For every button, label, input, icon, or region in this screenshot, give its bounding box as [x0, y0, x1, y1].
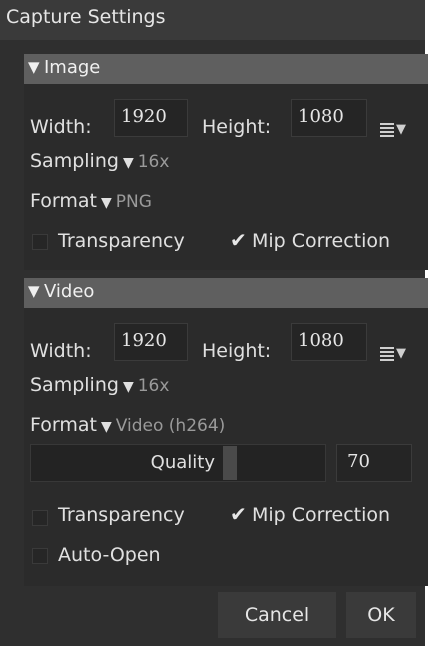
- video-sampling-label: Sampling: [30, 374, 119, 396]
- window-title: Capture Settings: [6, 6, 166, 28]
- video-height-input[interactable]: 1080: [291, 323, 367, 361]
- list-menu-icon[interactable]: ▼: [380, 344, 416, 368]
- checkmark-icon[interactable]: ✔: [230, 502, 247, 526]
- image-width-input[interactable]: 1920: [114, 99, 188, 137]
- image-section-header[interactable]: ▼ Image: [24, 54, 428, 84]
- dropdown-triangle-icon: ▼: [100, 195, 112, 211]
- cancel-button[interactable]: Cancel: [218, 592, 336, 638]
- video-mip-label: Mip Correction: [252, 504, 391, 526]
- video-height-label: Height:: [202, 340, 272, 362]
- image-width-label: Width:: [30, 116, 92, 138]
- lines-icon: [380, 123, 394, 137]
- video-quality-input[interactable]: 70: [336, 444, 412, 482]
- ok-button[interactable]: OK: [346, 592, 416, 638]
- checkmark-icon[interactable]: ✔: [230, 228, 247, 252]
- lines-icon: [380, 347, 394, 361]
- image-height-label: Height:: [202, 116, 272, 138]
- image-transparency-label: Transparency: [58, 230, 185, 252]
- video-quality-slider-thumb[interactable]: [223, 446, 237, 480]
- collapse-triangle-icon: ▼: [28, 58, 40, 76]
- video-section-header[interactable]: ▼ Video: [24, 278, 428, 308]
- capture-settings-dialog: Capture Settings ▼ Image Width: 1920 Hei…: [0, 0, 428, 646]
- image-section-title: Image: [44, 57, 101, 78]
- chevron-down-icon: ▼: [396, 346, 406, 361]
- image-section: ▼ Image Width: 1920 Height: 1080 ▼ Sampl…: [24, 54, 428, 270]
- collapse-triangle-icon: ▼: [28, 282, 40, 300]
- image-sampling-label: Sampling: [30, 150, 119, 172]
- video-sampling-value: 16x: [137, 376, 170, 396]
- title-bar: Capture Settings: [0, 0, 425, 40]
- video-quality-slider[interactable]: Quality: [30, 444, 326, 482]
- dropdown-triangle-icon: ▼: [100, 419, 112, 435]
- video-transparency-checkbox[interactable]: [32, 510, 48, 526]
- video-section: ▼ Video Width: 1920 Height: 1080 ▼ Sampl…: [24, 278, 428, 586]
- dropdown-triangle-icon: ▼: [122, 155, 134, 171]
- chevron-down-icon: ▼: [396, 122, 406, 137]
- video-format-label: Format: [30, 414, 97, 436]
- image-format-dropdown[interactable]: Format ▼ PNG: [30, 190, 152, 212]
- video-transparency-label: Transparency: [58, 504, 185, 526]
- image-height-input[interactable]: 1080: [291, 99, 367, 137]
- image-sampling-dropdown[interactable]: Sampling ▼ 16x: [30, 150, 169, 172]
- video-autoopen-checkbox[interactable]: [32, 548, 48, 564]
- image-sampling-value: 16x: [137, 152, 170, 172]
- video-quality-label: Quality: [150, 452, 215, 473]
- image-transparency-checkbox[interactable]: [32, 234, 48, 250]
- video-sampling-dropdown[interactable]: Sampling ▼ 16x: [30, 374, 169, 396]
- video-width-input[interactable]: 1920: [114, 323, 188, 361]
- image-mip-label: Mip Correction: [252, 230, 391, 252]
- dropdown-triangle-icon: ▼: [122, 379, 134, 395]
- video-autoopen-label: Auto-Open: [58, 544, 161, 566]
- video-width-label: Width:: [30, 340, 92, 362]
- list-menu-icon[interactable]: ▼: [380, 120, 416, 144]
- image-format-label: Format: [30, 190, 97, 212]
- video-format-value: Video (h264): [115, 416, 226, 436]
- video-section-title: Video: [44, 281, 95, 302]
- video-format-dropdown[interactable]: Format ▼ Video (h264): [30, 414, 225, 436]
- image-format-value: PNG: [115, 192, 152, 212]
